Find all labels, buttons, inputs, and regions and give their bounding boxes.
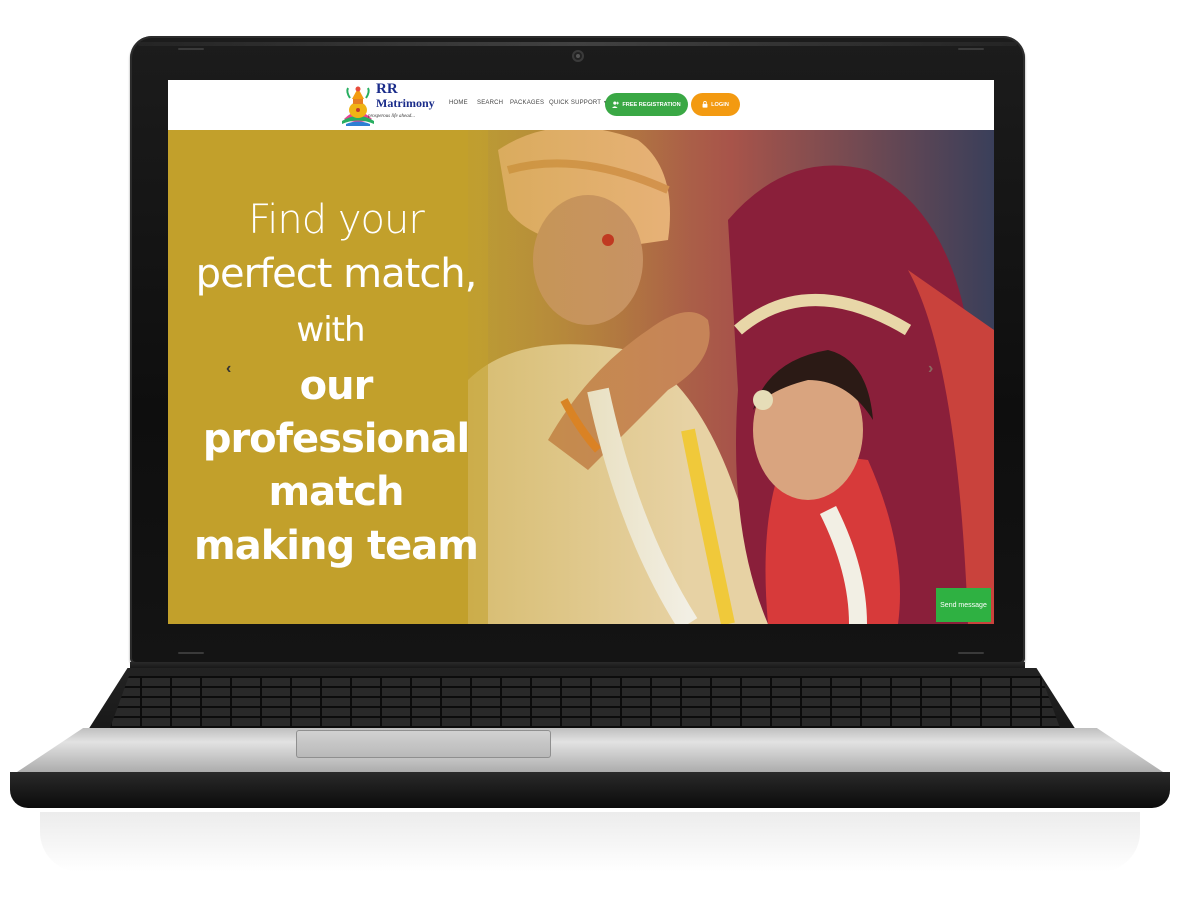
free-registration-button[interactable]: FREE REGISTRATION: [605, 93, 688, 116]
lock-icon: [702, 101, 708, 108]
carousel-next-arrow-icon[interactable]: ›: [928, 360, 933, 378]
nav-home[interactable]: HOME: [449, 100, 468, 106]
free-registration-label: FREE REGISTRATION: [622, 101, 681, 108]
logo-tagline: prosperous life ahead...: [368, 114, 415, 119]
hero-headline-line4: our: [299, 363, 374, 409]
keyboard: [110, 676, 1060, 728]
bezel-bumper: [958, 652, 984, 654]
site-logo[interactable]: RR Matrimony prosperous life ahead...: [340, 81, 440, 127]
hero-slider: Find your perfect match, with our profes…: [168, 130, 994, 624]
trackpad: [296, 730, 551, 758]
login-button[interactable]: LOGIN: [691, 93, 740, 116]
laptop-reflection: [40, 812, 1140, 872]
user-plus-icon: [612, 101, 620, 108]
hero-headline-line6: match: [268, 469, 405, 515]
nav-quick-support[interactable]: QUICK SUPPORT ▼: [549, 100, 608, 106]
hero-headline-line2: perfect match,: [195, 251, 478, 297]
nav-packages[interactable]: PACKAGES: [510, 100, 544, 106]
bezel-bumper: [178, 48, 204, 50]
palm-rest: [14, 728, 1166, 774]
hero-headline-line5: professional: [202, 416, 470, 462]
lid-highlight: [138, 42, 1017, 46]
laptop-screen: RR Matrimony prosperous life ahead... HO…: [168, 80, 994, 624]
laptop-base: [10, 772, 1170, 808]
carousel-prev-arrow-icon[interactable]: ‹: [226, 360, 231, 378]
hero-headline-line7: making team: [194, 523, 479, 569]
bezel-bumper: [958, 48, 984, 50]
send-message-button[interactable]: Send message: [936, 588, 991, 622]
webcam-lens: [576, 54, 580, 58]
kalash-logo-icon: [342, 86, 374, 126]
nav-search[interactable]: SEARCH: [477, 100, 503, 106]
login-label: LOGIN: [711, 101, 729, 108]
site-header: RR Matrimony prosperous life ahead... HO…: [168, 80, 994, 131]
logo-title: RR: [376, 81, 398, 97]
hero-headline-line3: with: [296, 310, 365, 350]
bezel-bumper: [178, 652, 204, 654]
logo-subtitle: Matrimony: [376, 96, 435, 110]
hero-headline-line1: Find your: [248, 197, 425, 243]
nav-quick-support-label: QUICK SUPPORT: [549, 100, 602, 106]
